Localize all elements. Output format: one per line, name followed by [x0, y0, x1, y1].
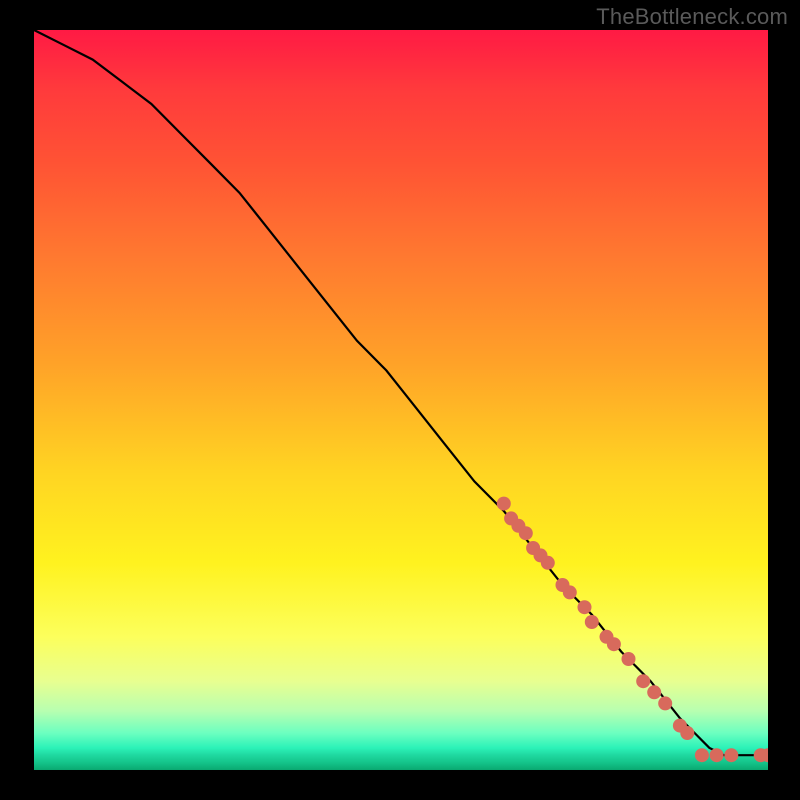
- attribution-label: TheBottleneck.com: [596, 4, 788, 30]
- data-point: [519, 526, 533, 540]
- data-point: [658, 696, 672, 710]
- highlighted-points: [497, 497, 768, 763]
- bottleneck-curve: [34, 30, 768, 755]
- data-point: [710, 748, 724, 762]
- data-point: [636, 674, 650, 688]
- data-point: [647, 685, 661, 699]
- data-point: [724, 748, 738, 762]
- data-point: [607, 637, 621, 651]
- data-point: [563, 585, 577, 599]
- data-point: [578, 600, 592, 614]
- data-point: [680, 726, 694, 740]
- data-point: [695, 748, 709, 762]
- chart-overlay: [34, 30, 768, 770]
- data-point: [497, 497, 511, 511]
- data-point: [585, 615, 599, 629]
- data-point: [541, 556, 555, 570]
- data-point: [622, 652, 636, 666]
